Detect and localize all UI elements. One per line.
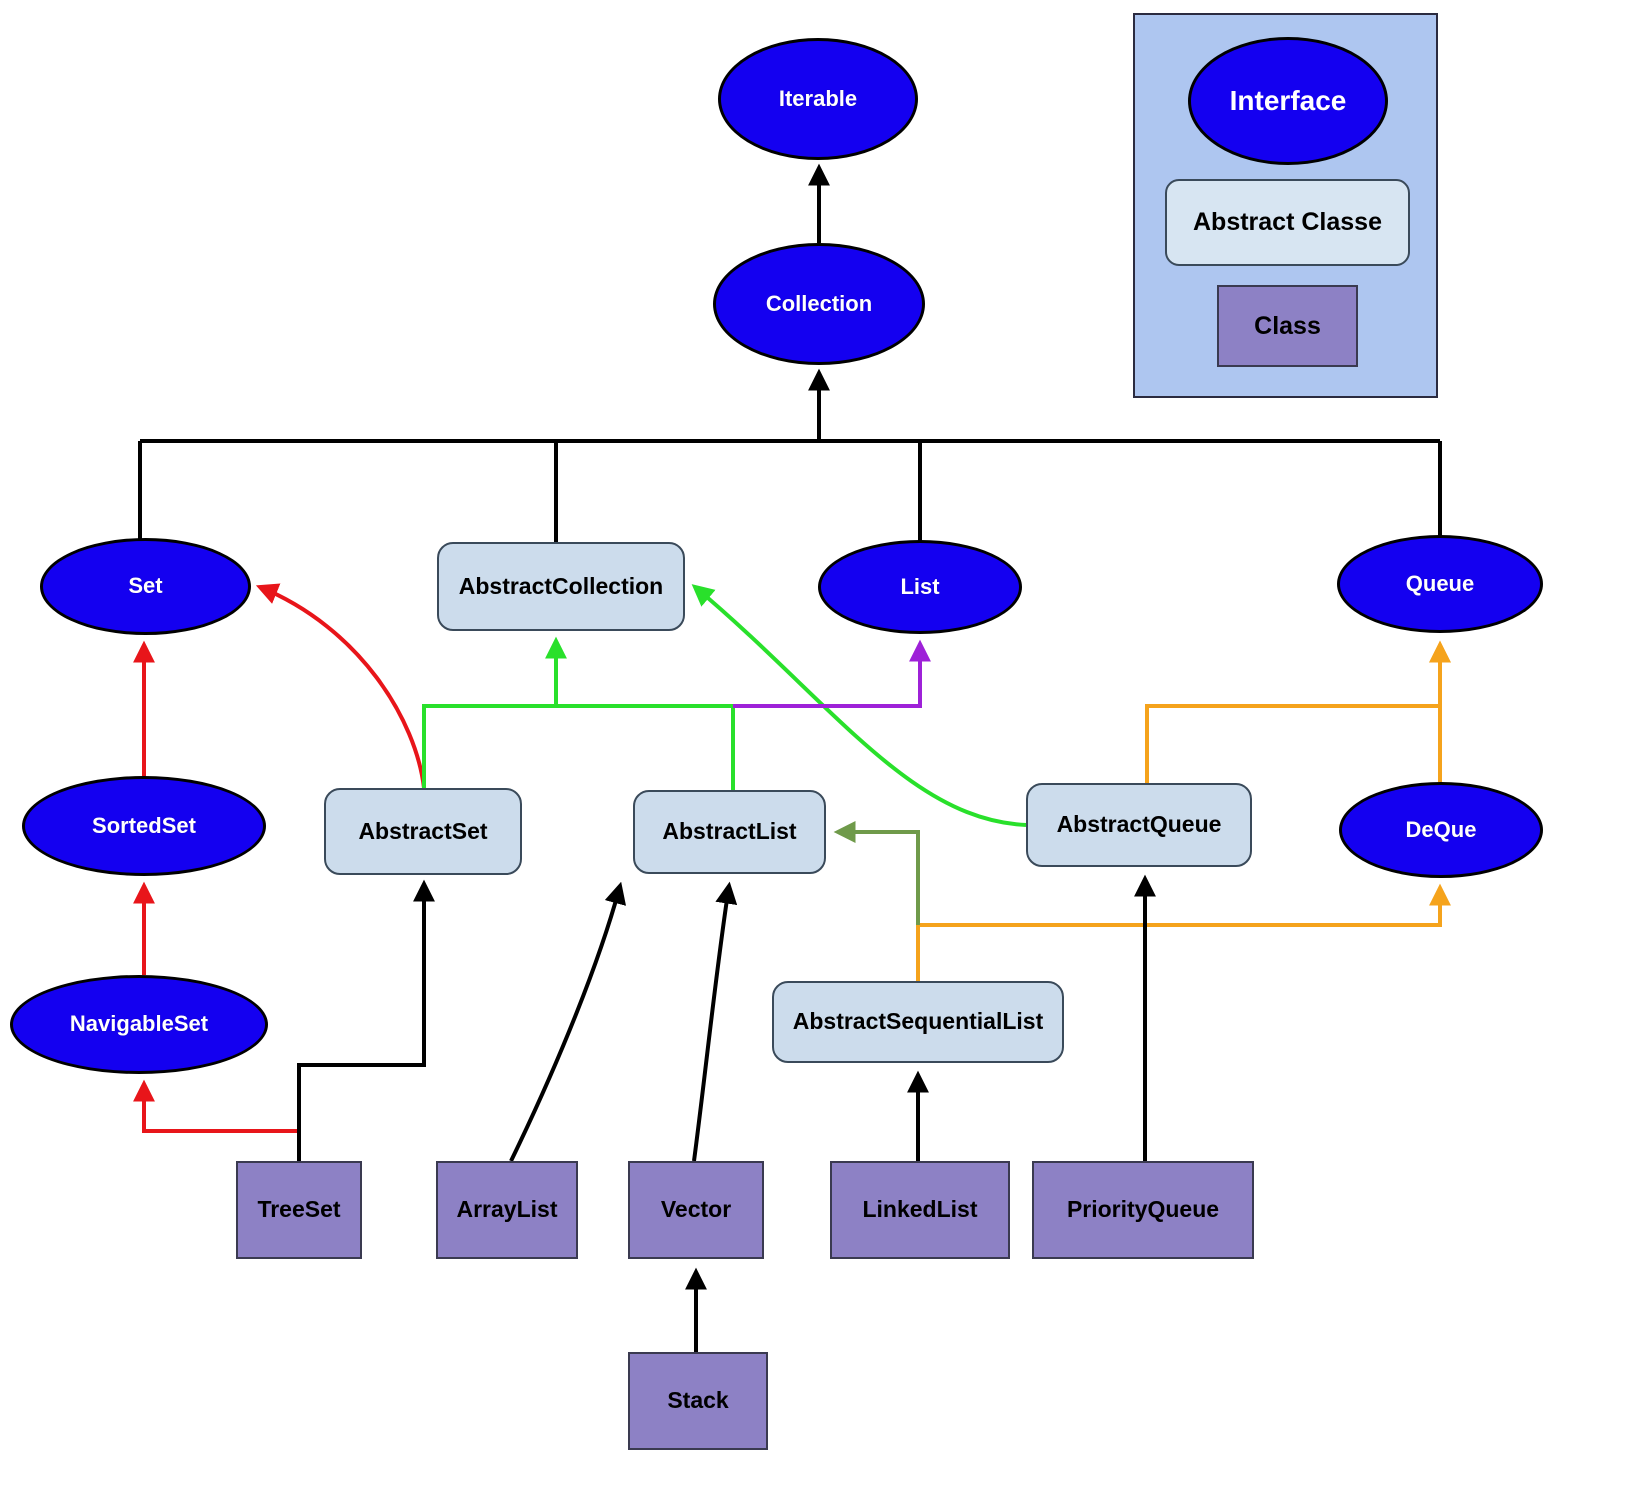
node-label: DeQue xyxy=(1405,816,1477,842)
node-label: TreeSet xyxy=(257,1196,341,1223)
node-label: Iterable xyxy=(778,85,858,111)
node-label: Queue xyxy=(1405,570,1475,596)
node-linkedlist[interactable]: LinkedList xyxy=(830,1161,1010,1259)
node-label: Vector xyxy=(660,1196,732,1223)
edge-vector-to-abstractlist xyxy=(692,881,738,1162)
node-label: PriorityQueue xyxy=(1066,1196,1220,1223)
legend-class-label: Class xyxy=(1254,311,1321,340)
node-label: List xyxy=(900,573,940,599)
edge-abstractlist-to-list xyxy=(733,639,931,708)
node-sortedset[interactable]: SortedSet xyxy=(22,776,266,876)
node-queue[interactable]: Queue xyxy=(1337,535,1543,633)
node-vector[interactable]: Vector xyxy=(628,1161,764,1259)
node-label: ArrayList xyxy=(456,1196,558,1223)
node-abstractsequentiallist[interactable]: AbstractSequentialList xyxy=(772,981,1064,1063)
legend-interface-label: Interface xyxy=(1229,85,1347,116)
node-set[interactable]: Set xyxy=(40,538,251,635)
node-label: Collection xyxy=(765,290,873,316)
node-navigableset[interactable]: NavigableSet xyxy=(10,975,268,1074)
node-label: Stack xyxy=(667,1387,729,1414)
node-label: AbstractSequentialList xyxy=(792,1008,1044,1035)
legend-abstract-label: Abstract Classe xyxy=(1193,208,1382,236)
node-label: AbstractQueue xyxy=(1056,811,1222,838)
node-label: LinkedList xyxy=(862,1196,978,1223)
node-deque[interactable]: DeQue xyxy=(1339,782,1543,878)
edge-abstractset-to-abstractcollection xyxy=(422,704,556,788)
node-label: SortedSet xyxy=(92,812,196,838)
node-list[interactable]: List xyxy=(818,540,1022,634)
legend-class-sample: Class xyxy=(1217,285,1358,367)
legend-abstract-sample: Abstract Classe xyxy=(1165,179,1410,266)
node-label: AbstractSet xyxy=(358,817,488,844)
edge-abstractsequentiallist-to-deque xyxy=(916,883,1451,981)
node-abstractqueue[interactable]: AbstractQueue xyxy=(1026,783,1252,867)
edge-arraylist-to-abstractlist xyxy=(509,881,627,1162)
legend-panel: Interface Abstract Classe Class xyxy=(1133,13,1438,398)
node-abstractcollection[interactable]: AbstractCollection xyxy=(437,542,685,631)
node-collection[interactable]: Collection xyxy=(713,243,925,365)
edge-abstractqueue-to-queue xyxy=(1145,640,1451,783)
node-iterable[interactable]: Iterable xyxy=(718,38,918,160)
node-label: AbstractList xyxy=(662,818,797,845)
edge-treeset-to-abstractset xyxy=(297,879,435,1161)
node-label: NavigableSet xyxy=(69,1011,209,1037)
edge-abstractlist-to-abstractcollection xyxy=(556,704,735,790)
node-priorityqueue[interactable]: PriorityQueue xyxy=(1032,1161,1254,1259)
node-arraylist[interactable]: ArrayList xyxy=(436,1161,578,1259)
legend-interface-sample: Interface xyxy=(1188,37,1388,165)
edge-abstractset-to-set xyxy=(255,583,426,789)
node-label: Set xyxy=(128,573,163,599)
edge-treeset-to-navigableset xyxy=(133,1079,299,1133)
node-treeset[interactable]: TreeSet xyxy=(236,1161,362,1259)
node-stack[interactable]: Stack xyxy=(628,1352,768,1450)
node-abstractlist[interactable]: AbstractList xyxy=(633,790,826,874)
node-label: AbstractCollection xyxy=(458,572,664,599)
node-abstractset[interactable]: AbstractSet xyxy=(324,788,522,875)
edge-abstractsequentiallist-to-abstractlist xyxy=(833,821,920,925)
diagram-canvas: Iterable Collection Set AbstractCollecti… xyxy=(0,0,1642,1509)
